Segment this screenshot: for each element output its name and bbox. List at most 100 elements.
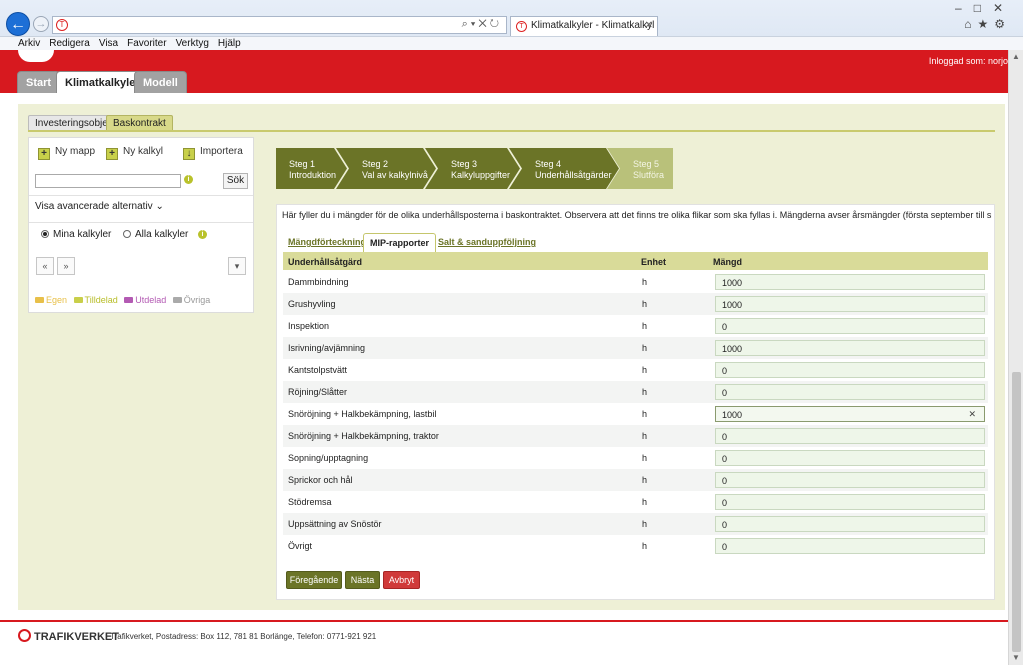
- menu-verktyg[interactable]: Verktyg: [176, 37, 209, 50]
- folder-icon: [35, 297, 44, 303]
- next-button[interactable]: Nästa: [345, 571, 380, 589]
- folder-icon: [73, 297, 83, 303]
- row-unit: h: [642, 409, 648, 419]
- pager-next-button[interactable]: »: [57, 257, 75, 275]
- row-name: Inspektion: [288, 321, 330, 331]
- info-icon[interactable]: i: [198, 230, 207, 239]
- tab-close-icon[interactable]: ✕: [645, 20, 653, 31]
- table-row: Stödremsa h 0: [283, 491, 988, 513]
- row-name: Snöröjning + Halkbekämpning, lastbil: [288, 409, 437, 419]
- browser-tab[interactable]: T Klimatkalkyler - Klimatkalkyl ✕: [510, 16, 658, 36]
- folder-icon: [172, 297, 182, 303]
- legend-tilldelad[interactable]: Tilldelad: [73, 295, 118, 305]
- radio-all-calcs[interactable]: Alla kalkyler: [123, 229, 188, 240]
- step-label: Val av kalkylnivå: [362, 170, 428, 180]
- step-label: Slutföra: [633, 170, 665, 180]
- table-row: Dammbindning h 1000: [283, 271, 988, 293]
- import-icon: ↓: [183, 148, 195, 160]
- row-unit: h: [642, 541, 648, 551]
- table-row: Isrivning/avjämning h 1000: [283, 337, 988, 359]
- scroll-up-icon[interactable]: ▲: [1012, 52, 1020, 61]
- quantity-input[interactable]: 0: [715, 516, 985, 532]
- legend-utdelad[interactable]: Utdelad: [124, 295, 166, 305]
- tab-start[interactable]: Start: [17, 71, 61, 93]
- row-unit: h: [642, 519, 648, 529]
- quantity-input[interactable]: 0: [715, 384, 985, 400]
- window-controls-icon[interactable]: –□✕: [955, 1, 1015, 15]
- cancel-button[interactable]: Avbryt: [383, 571, 420, 589]
- quantity-input[interactable]: 0: [715, 362, 985, 378]
- new-folder-button[interactable]: + Ny mapp: [38, 146, 95, 160]
- col-enhet: Enhet: [641, 257, 667, 267]
- quantity-input[interactable]: 0: [715, 472, 985, 488]
- row-unit: h: [642, 299, 648, 309]
- menu-arkiv[interactable]: Arkiv: [18, 37, 40, 50]
- step-4[interactable]: Steg 4 Underhållsåtgärder: [509, 148, 619, 189]
- menu-redigera[interactable]: Redigera: [49, 37, 90, 50]
- scroll-down-icon[interactable]: ▼: [1012, 653, 1020, 662]
- step-3[interactable]: Steg 3 Kalkyluppgifter: [425, 148, 520, 189]
- menu-hjalp[interactable]: Hjälp: [218, 37, 241, 50]
- tab-salt-sanduppfoljning[interactable]: Salt & sanduppföljning: [432, 233, 542, 251]
- radio-dot: [123, 230, 131, 238]
- intro-text: Här fyller du i mängder för de olika und…: [282, 210, 992, 220]
- quantity-input[interactable]: 1000: [715, 274, 985, 290]
- site-favicon-icon: T: [56, 19, 68, 31]
- advanced-options-toggle[interactable]: Visa avancerade alternativ ⌄: [35, 201, 164, 212]
- step-title: Steg 3: [451, 159, 478, 169]
- new-calc-label: Ny kalkyl: [123, 146, 164, 157]
- new-calc-button[interactable]: + Ny kalkyl: [106, 146, 163, 160]
- info-icon[interactable]: i: [184, 175, 193, 184]
- home-star-gear-icon[interactable]: ⌂★⚙: [964, 17, 1011, 31]
- menu-bar: Arkiv Redigera Visa Favoriter Verktyg Hjälp: [0, 36, 1023, 50]
- forward-icon[interactable]: →: [33, 16, 49, 32]
- footer-logo-text: TRAFIKVERKET: [34, 631, 119, 643]
- menu-favoriter[interactable]: Favoriter: [127, 37, 166, 50]
- quantity-input[interactable]: 1000: [715, 340, 985, 356]
- radio-all-calcs-label: Alla kalkyler: [135, 229, 189, 240]
- previous-button[interactable]: Föregående: [286, 571, 342, 589]
- footer-address: Trafikverket, Postadress: Box 112, 781 8…: [110, 632, 377, 641]
- quantity-input[interactable]: 0: [715, 428, 985, 444]
- tab-modell[interactable]: Modell: [134, 71, 187, 93]
- options-dropdown-button[interactable]: ▾: [228, 257, 246, 275]
- tab-mangdforteckning[interactable]: Mängdförteckning: [282, 233, 372, 251]
- footer-logo: TRAFIKVERKET: [18, 629, 119, 643]
- step-2[interactable]: Steg 2 Val av kalkylnivå: [336, 148, 436, 189]
- quantity-value: 0: [722, 432, 728, 442]
- row-name: Uppsättning av Snöstör: [288, 519, 382, 529]
- quantity-value: 0: [722, 520, 728, 530]
- import-button[interactable]: ↓ Importera: [183, 146, 243, 160]
- table-row: Snöröjning + Halkbekämpning, lastbil h 100…: [283, 403, 988, 425]
- quantity-input[interactable]: 1000: [715, 296, 985, 312]
- quantity-input[interactable]: 0: [715, 538, 985, 554]
- radio-my-calcs[interactable]: Mina kalkyler: [41, 229, 111, 240]
- back-icon[interactable]: ←: [6, 12, 30, 36]
- quantity-value: 0: [722, 388, 728, 398]
- table-row: Snöröjning + Halkbekämpning, traktor h 0: [283, 425, 988, 447]
- pager-first-button[interactable]: «: [36, 257, 54, 275]
- address-tools-icon[interactable]: ⌕▾✕↻: [462, 18, 502, 31]
- search-button[interactable]: Sök: [223, 173, 248, 189]
- chevron-down-icon: ⌄: [155, 201, 164, 212]
- quantity-input[interactable]: 0: [715, 494, 985, 510]
- legend-ovriga[interactable]: Övriga: [172, 295, 210, 305]
- clear-icon[interactable]: ✕: [968, 409, 976, 420]
- subtab-divider: [28, 130, 995, 132]
- row-name: Kantstolpstvätt: [288, 365, 348, 375]
- row-name: Snöröjning + Halkbekämpning, traktor: [288, 431, 439, 441]
- step-1[interactable]: Steg 1 Introduktion: [276, 148, 347, 189]
- vertical-scrollbar[interactable]: ▲ ▼: [1008, 50, 1023, 665]
- menu-visa[interactable]: Visa: [99, 37, 118, 50]
- quantity-input[interactable]: 0: [715, 318, 985, 334]
- search-input[interactable]: [35, 174, 181, 188]
- legend-egen[interactable]: Egen: [35, 295, 67, 305]
- subtab-baskontrakt[interactable]: Baskontrakt: [106, 115, 173, 131]
- quantity-input[interactable]: 1000 ✕: [715, 406, 985, 422]
- quantity-input[interactable]: 0: [715, 450, 985, 466]
- scrollbar-thumb[interactable]: [1012, 372, 1021, 652]
- table-row: Kantstolpstvätt h 0: [283, 359, 988, 381]
- tab-mip-rapporter[interactable]: MIP-rapporter: [363, 233, 437, 252]
- divider: [29, 222, 253, 223]
- address-bar[interactable]: T ⌕▾✕↻: [52, 16, 507, 34]
